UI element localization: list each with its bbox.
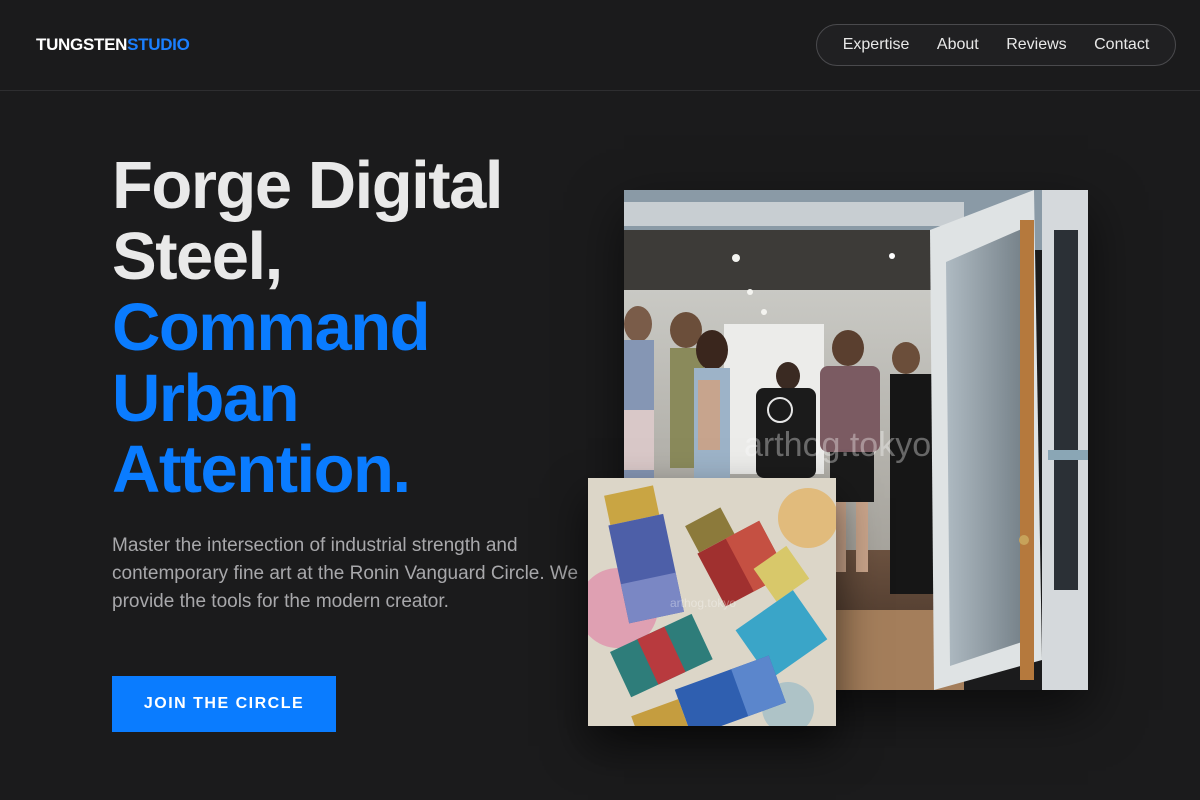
nav-link-about[interactable]: About xyxy=(937,36,979,54)
headline-line-3: Command xyxy=(112,290,431,365)
logo-secondary: STUDIO xyxy=(127,35,190,54)
gallery-watermark: arthog.tokyo xyxy=(744,426,932,464)
hero-headline: Forge Digital Steel, Command Urban Atten… xyxy=(112,150,592,505)
nav-link-reviews[interactable]: Reviews xyxy=(1006,36,1066,54)
nav-link-expertise[interactable]: Expertise xyxy=(843,36,910,54)
brushes-photo: arthog.tokyo xyxy=(588,478,836,726)
logo-primary: TUNGSTEN xyxy=(36,35,128,54)
main-nav: Expertise About Reviews Contact xyxy=(816,24,1176,66)
headline-line-5: Attention. xyxy=(112,432,411,507)
join-circle-button[interactable]: JOIN THE CIRCLE xyxy=(112,676,336,732)
hero-subtext: Master the intersection of industrial st… xyxy=(112,535,579,612)
brushes-watermark: arthog.tokyo xyxy=(670,596,737,610)
headline-line-2: Steel, xyxy=(112,219,283,294)
nav-link-contact[interactable]: Contact xyxy=(1094,36,1149,54)
logo[interactable]: TUNGSTENSTUDIO xyxy=(36,35,190,55)
site-header: TUNGSTENSTUDIO Expertise About Reviews C… xyxy=(0,0,1200,91)
headline-line-1: Forge Digital xyxy=(112,148,503,223)
headline-line-4: Urban xyxy=(112,361,300,436)
